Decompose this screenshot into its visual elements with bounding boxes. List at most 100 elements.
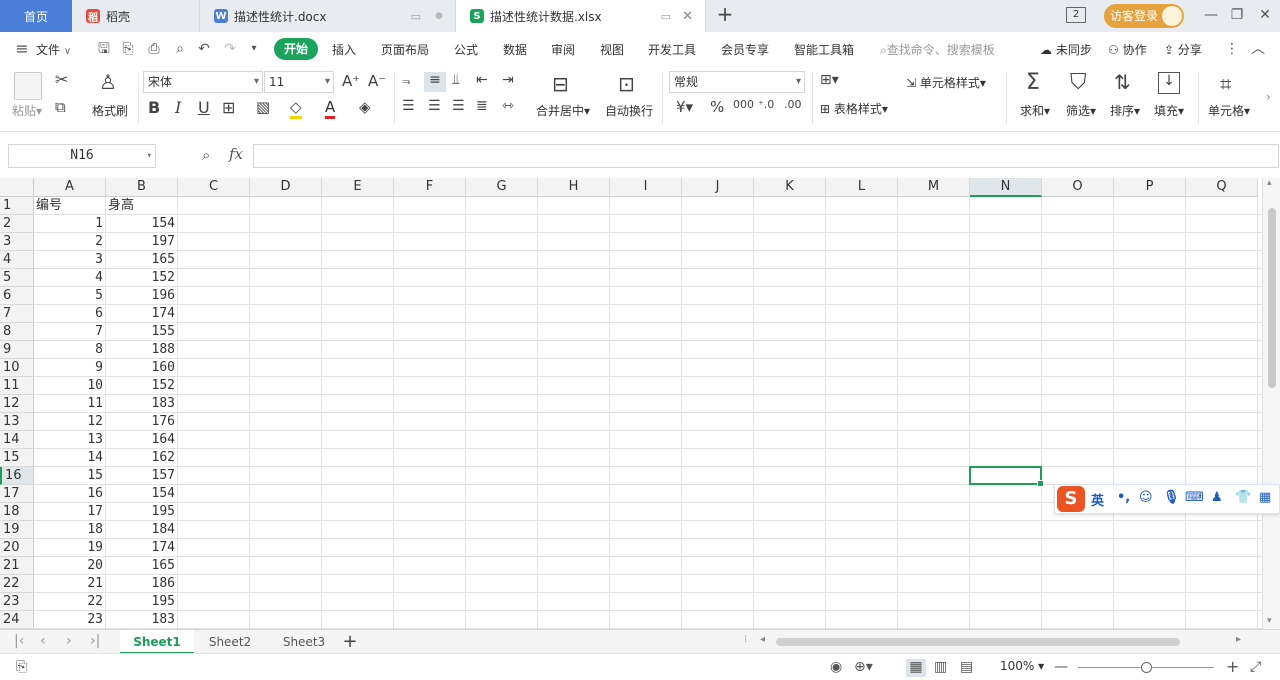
align-left-icon[interactable]: ☰ [402,98,415,114]
zoom-in-icon[interactable]: + [1226,657,1239,676]
data-cell[interactable]: 160 [106,359,178,377]
sheet-tab-sheet1[interactable]: Sheet1 [120,630,194,654]
data-cell[interactable]: 174 [106,539,178,557]
percent-icon[interactable]: % [710,98,724,116]
cell-icon[interactable]: ⌗ [1220,72,1231,96]
data-cell[interactable]: 5 [34,287,106,305]
microphone-icon[interactable]: 🎙 [1163,490,1180,505]
column-header-a[interactable]: A [34,178,106,197]
close-icon[interactable]: ✕ [682,9,693,24]
font-color-icon[interactable]: A [325,98,336,119]
row-header-7[interactable]: 7 [0,305,34,323]
merge-icon[interactable]: ⊟ [552,72,569,96]
menu-data[interactable]: 数据 [503,41,527,58]
print-preview-icon[interactable]: ⌕ [172,41,188,57]
align-bottom-icon[interactable]: ⫫ [452,72,460,88]
column-header-k[interactable]: K [754,178,826,197]
border-icon[interactable]: ⊞ [222,98,235,117]
data-cell[interactable]: 154 [106,485,178,503]
row-header-9[interactable]: 9 [0,341,34,359]
emoji-icon[interactable]: ☺ [1139,490,1153,505]
select-all-corner[interactable] [0,178,34,197]
column-header-h[interactable]: H [538,178,610,197]
data-cell[interactable]: 197 [106,233,178,251]
sheet-tab-sheet2[interactable]: Sheet2 [196,630,264,654]
data-cell[interactable]: 162 [106,449,178,467]
scroll-thumb[interactable] [1268,208,1276,388]
selected-cell[interactable] [969,466,1044,487]
page-break-view-icon[interactable]: ▤ [960,659,973,675]
row-header-2[interactable]: 2 [0,215,34,233]
column-header-f[interactable]: F [394,178,466,197]
ime-toolbar[interactable]: S 英 •, ☺ 🎙 ⌨ ♟ 👕 ▦ [1054,484,1280,514]
data-cell[interactable]: 3 [34,251,106,269]
login-button[interactable]: 访客登录 [1104,4,1184,28]
header-cell[interactable]: 身高 [106,197,178,215]
bold-icon[interactable]: B [148,98,160,117]
collab-button[interactable]: ⚇ 协作 [1108,41,1147,58]
currency-icon[interactable]: ¥▾ [676,98,693,116]
data-cell[interactable]: 9 [34,359,106,377]
data-cell[interactable]: 19 [34,539,106,557]
column-header-o[interactable]: O [1042,178,1114,197]
tab-xlsx[interactable]: S 描述性统计数据.xlsx ▭ ✕ [456,0,706,32]
language-icon[interactable]: ⊕▾ [854,659,873,675]
data-cell[interactable]: 13 [34,431,106,449]
row-header-11[interactable]: 11 [0,377,34,395]
header-cell[interactable]: 编号 [34,197,106,215]
column-header-l[interactable]: L [826,178,898,197]
data-cell[interactable]: 195 [106,593,178,611]
row-header-20[interactable]: 20 [0,539,34,557]
data-cell[interactable]: 6 [34,305,106,323]
ime-mode[interactable]: 英 [1091,490,1104,509]
italic-icon[interactable]: I [175,98,181,117]
tab-docer[interactable]: 稻 稻壳 [72,0,200,32]
cell-button[interactable]: 单元格▾ [1208,102,1250,119]
data-cell[interactable]: 4 [34,269,106,287]
justify-icon[interactable]: ≣ [476,98,488,114]
sync-button[interactable]: ☁ 未同步 [1040,41,1092,58]
next-sheet-icon[interactable]: › [66,633,72,649]
user-icon[interactable]: ♟ [1211,490,1223,505]
more-icon[interactable]: ⋮ [1224,41,1240,57]
window-count-badge[interactable]: 2 [1066,7,1086,23]
row-header-13[interactable]: 13 [0,413,34,431]
save-icon[interactable]: 🖫 [96,41,112,57]
tab-start[interactable]: 开始 [274,38,318,60]
wrap-text-button[interactable]: 自动换行 [605,102,653,119]
data-cell[interactable]: 11 [34,395,106,413]
normal-view-icon[interactable]: ▦ [906,659,926,677]
data-cell[interactable]: 23 [34,611,106,629]
decrease-decimal-icon[interactable]: .00 [784,98,802,111]
data-cell[interactable]: 152 [106,377,178,395]
zoom-slider[interactable] [1078,662,1214,673]
data-cell[interactable]: 196 [106,287,178,305]
sheet-tab-sheet3[interactable]: Sheet3 [270,630,338,654]
sum-button[interactable]: 求和▾ [1020,102,1050,119]
increase-indent-icon[interactable]: ⇥ [502,72,514,88]
sort-icon[interactable]: ⇅ [1114,70,1131,94]
column-header-m[interactable]: M [898,178,970,197]
data-cell[interactable]: 184 [106,521,178,539]
split-handle-icon[interactable]: ⁞ [744,634,747,645]
export-icon[interactable]: ⎘ [120,41,136,57]
scroll-down-icon[interactable]: ▾ [1267,616,1272,626]
number-format-select[interactable]: 常规 [669,71,805,93]
first-sheet-icon[interactable]: |‹ [14,633,24,649]
align-top-icon[interactable]: ⫬ [402,72,410,88]
data-cell[interactable]: 174 [106,305,178,323]
column-header-n[interactable]: N [970,178,1042,197]
data-cell[interactable]: 183 [106,395,178,413]
column-header-b[interactable]: B [106,178,178,197]
filter-button[interactable]: 筛选▾ [1066,102,1096,119]
data-cell[interactable]: 152 [106,269,178,287]
column-header-e[interactable]: E [322,178,394,197]
sogou-logo[interactable]: S [1057,486,1085,512]
cut-icon[interactable]: ✂ [55,70,68,89]
format-painter-icon[interactable]: ♙ [99,70,117,94]
data-cell[interactable]: 186 [106,575,178,593]
row-header-21[interactable]: 21 [0,557,34,575]
data-cell[interactable]: 8 [34,341,106,359]
filter-icon[interactable]: ⛉ [1070,70,1087,95]
data-cell[interactable]: 20 [34,557,106,575]
